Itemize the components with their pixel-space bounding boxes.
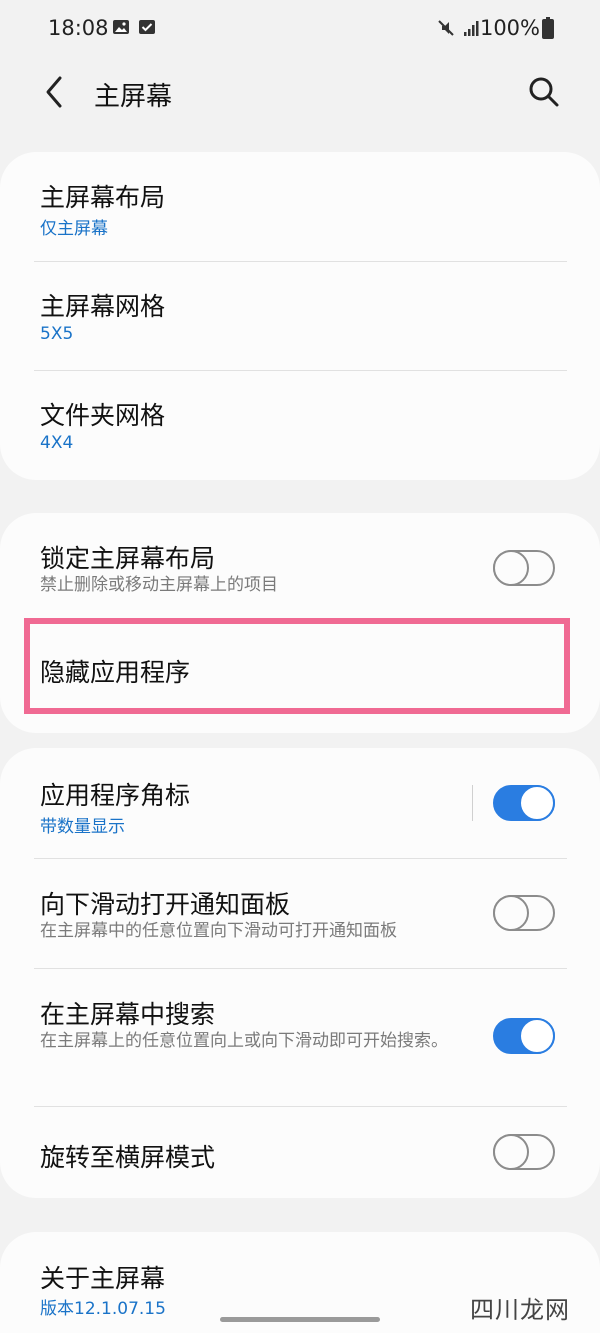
app-bar: 主屏幕 [0,58,600,128]
vertical-separator [472,785,473,821]
toggle-knob [519,1018,555,1054]
setting-app-badges[interactable]: 应用程序角标 带数量显示 [0,748,600,858]
rotate-landscape-toggle[interactable] [493,1134,555,1170]
setting-title: 文件夹网格 [40,401,166,430]
settings-group-options: 应用程序角标 带数量显示 向下滑动打开通知面板 在主屏幕中的任意位置向下滑动可打… [0,748,600,1198]
highlight-box [24,618,570,714]
setting-description: 禁止删除或移动主屏幕上的项目 [40,575,278,595]
setting-home-grid[interactable]: 主屏幕网格 5X5 [0,262,600,371]
battery-icon [542,17,554,39]
setting-title: 关于主屏幕 [40,1264,166,1293]
check-notification-icon [139,20,155,34]
setting-rotate-landscape[interactable]: 旋转至横屏模式 [0,1107,600,1198]
mute-icon [438,20,454,36]
setting-description: 在主屏幕中的任意位置向下滑动可打开通知面板 [40,921,397,941]
home-search-toggle[interactable] [493,1018,555,1054]
setting-description: 在主屏幕上的任意位置向上或向下滑动即可开始搜索。 [40,1031,448,1051]
back-arrow-icon[interactable] [38,72,78,112]
lock-layout-toggle[interactable] [493,550,555,586]
settings-group-layout: 主屏幕布局 仅主屏幕 主屏幕网格 5X5 文件夹网格 4X4 [0,152,600,480]
setting-value: 5X5 [40,324,74,344]
setting-value: 仅主屏幕 [40,219,108,239]
setting-title: 锁定主屏幕布局 [40,544,216,573]
status-time: 18:08 [48,16,109,40]
setting-title: 主屏幕网格 [40,292,166,321]
toggle-knob [519,785,555,821]
search-icon[interactable] [524,72,564,112]
gesture-bar [220,1317,380,1322]
watermark: 四川龙网 [470,1296,570,1324]
battery-percentage: 100% [479,16,540,40]
toggle-knob [493,550,529,586]
setting-title: 向下滑动打开通知面板 [40,890,291,919]
setting-lock-layout[interactable]: 锁定主屏幕布局 禁止删除或移动主屏幕上的项目 [0,513,600,621]
page-title: 主屏幕 [94,82,173,112]
setting-value: 版本12.1.07.15 [40,1299,166,1319]
setting-title: 主屏幕布局 [40,183,166,212]
toggle-knob [493,1134,529,1170]
setting-title: 旋转至横屏模式 [40,1143,216,1172]
toggle-knob [493,895,529,931]
setting-home-search[interactable]: 在主屏幕中搜索 在主屏幕上的任意位置向上或向下滑动即可开始搜索。 [0,969,600,1106]
setting-value: 4X4 [40,433,74,453]
setting-swipe-notifications[interactable]: 向下滑动打开通知面板 在主屏幕中的任意位置向下滑动可打开通知面板 [0,859,600,968]
setting-home-layout[interactable]: 主屏幕布局 仅主屏幕 [0,152,600,262]
setting-title: 应用程序角标 [40,781,191,810]
setting-folder-grid[interactable]: 文件夹网格 4X4 [0,371,600,480]
swipe-notifications-toggle[interactable] [493,895,555,931]
status-bar: 18:08 100% [0,0,600,58]
setting-title: 在主屏幕中搜索 [40,1000,216,1029]
app-badges-toggle[interactable] [493,785,555,821]
setting-value: 带数量显示 [40,817,125,837]
gallery-notification-icon [113,20,129,34]
